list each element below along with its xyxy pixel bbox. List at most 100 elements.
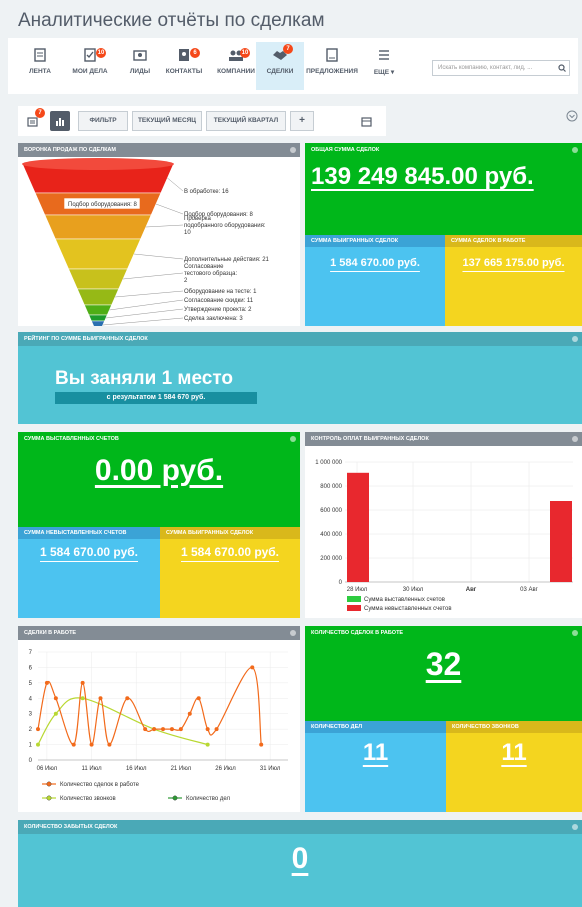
nav-feed[interactable]: ЛЕНТА (16, 46, 64, 86)
won-invoices-value[interactable]: 1 584 670.00 руб. (160, 545, 300, 559)
page-title: Аналитические отчёты по сделкам (18, 10, 325, 31)
deals-count-value[interactable]: 32 (305, 646, 582, 683)
nav-offers-label: ПРЕДЛОЖЕНИЯ (306, 68, 358, 75)
x-tick-label: 21 Июл (171, 766, 192, 772)
invoices-title: СУММА ВЫСТАВЛЕННЫХ СЧЕТОВ (24, 436, 119, 442)
data-point (187, 711, 192, 716)
deals-in-work-chart-panel: СДЕЛКИ В РАБОТЕ 0 1 2 3 4 5 6 7 06 Июл 11 Июл 16 И… (18, 626, 300, 812)
offers-icon (326, 48, 338, 62)
won-deals-value[interactable]: 1 584 670.00 руб. (305, 257, 445, 269)
payments-bar-chart: 0 200 000 400 000 600 000 800 000 1 000 000 28… (315, 460, 573, 612)
data-point (169, 727, 174, 732)
y-tick-label: 600 000 (320, 508, 342, 514)
nav-my-tasks-label: МОИ ДЕЛА (72, 68, 108, 75)
funnel-stage-label: Дополнительные действия: 21 (184, 256, 270, 263)
current-quarter-button[interactable]: ТЕКУЩИЙ КВАРТАЛ (206, 111, 286, 131)
deals-chart-header: СДЕЛКИ В РАБОТЕ (18, 626, 300, 640)
filter-button[interactable]: ФИЛЬТР (78, 111, 128, 131)
funnel-stage-label: Сделка заключена: 3 (184, 316, 243, 322)
unbilled-block: СУММА НЕВЫСТАВЛЕННЫХ СЧЕТОВ 1 584 670.00… (18, 527, 160, 618)
gear-icon[interactable] (572, 630, 578, 636)
nav-deals[interactable]: 7 СДЕЛКИ (256, 42, 304, 90)
y-tick-label: 1 (29, 743, 33, 749)
y-tick-label: 6 (29, 665, 33, 671)
nav-more[interactable]: ЕЩЕ ▾ (360, 46, 408, 86)
nav-contacts[interactable]: 6 КОНТАКТЫ (160, 46, 208, 86)
legend-swatch-dot (46, 795, 52, 801)
deals-count-title: КОЛИЧЕСТВО СДЕЛОК В РАБОТЕ (311, 630, 404, 636)
nav-companies[interactable]: 10 КОМПАНИИ (212, 46, 260, 86)
deals-count-header: КОЛИЧЕСТВО СДЕЛОК В РАБОТЕ (305, 626, 582, 640)
current-month-button[interactable]: ТЕКУЩИЙ МЕСЯЦ (132, 111, 202, 131)
x-tick-label: Авг (466, 587, 477, 593)
calls-count-value[interactable]: 11 (446, 739, 582, 767)
payments-header: КОНТРОЛЬ ОПЛАТ ВЫИГРАННЫХ СДЕЛОК (305, 432, 582, 446)
tasks-count-value[interactable]: 11 (305, 739, 446, 767)
calendar-button[interactable] (361, 115, 373, 127)
total-deals-panel: ОБЩАЯ СУММА СДЕЛОК 139 249 845.00 руб. С… (305, 143, 582, 326)
series-line (37, 666, 262, 746)
rating-title: РЕЙТИНГ ПО СУММЕ ВЫИГРАННЫХ СДЕЛОК (24, 336, 148, 342)
funnel-stage (76, 288, 120, 306)
data-point (89, 742, 94, 747)
y-tick-label: 3 (29, 712, 33, 718)
funnel-stage (90, 320, 106, 326)
gear-icon[interactable] (290, 436, 296, 442)
nav-companies-label: КОМПАНИИ (217, 68, 255, 75)
nav-my-tasks[interactable]: 10 МОИ ДЕЛА (66, 46, 114, 86)
nav-leads[interactable]: ЛИДЫ (116, 46, 164, 86)
collapse-icon[interactable] (566, 110, 578, 122)
tasks-icon (84, 48, 96, 62)
tasks-count-block: КОЛИЧЕСТВО ДЕЛ 11 (305, 721, 446, 812)
nav-leads-label: ЛИДЫ (129, 68, 151, 75)
gear-icon[interactable] (572, 147, 578, 153)
legend-label: Количество сделок в работе (60, 782, 140, 788)
calls-count-title: КОЛИЧЕСТВО ЗВОНКОВ (446, 721, 582, 733)
gear-icon[interactable] (290, 147, 296, 153)
list-view-button[interactable]: 7 (26, 108, 45, 128)
search-input[interactable]: Искать компанию, контакт, лид, ... (432, 60, 570, 76)
funnel-leader (109, 299, 184, 311)
gear-icon[interactable] (572, 336, 578, 342)
chart-view-button[interactable] (50, 111, 70, 131)
nav-deals-badge: 7 (283, 44, 293, 54)
nav-offers[interactable]: ПРЕДЛОЖЕНИЯ (304, 46, 360, 86)
funnel-stage (68, 268, 128, 290)
invoices-value[interactable]: 0.00 руб. (18, 454, 300, 488)
payments-panel: КОНТРОЛЬ ОПЛАТ ВЫИГРАННЫХ СДЕЛОК 0 200 00… (305, 432, 582, 618)
gear-icon[interactable] (290, 630, 296, 636)
data-point (205, 742, 210, 747)
data-point (196, 696, 201, 701)
funnel-stage-label: Согласование скидки: 11 (184, 298, 254, 304)
leads-icon (133, 50, 147, 61)
nav-deals-label: СДЕЛКИ (266, 68, 294, 75)
forgotten-value[interactable]: 0 (18, 842, 582, 876)
search-icon[interactable] (558, 64, 566, 72)
forgotten-header: КОЛИЧЕСТВО ЗАБЫТЫХ СДЕЛОК (18, 820, 582, 834)
nav-feed-label: ЛЕНТА (29, 68, 51, 75)
in-work-sum-value[interactable]: 137 665 175.00 руб. (445, 257, 582, 269)
data-point (178, 727, 183, 732)
y-tick-label: 0 (339, 580, 343, 586)
rating-place: Вы заняли 1 место (55, 368, 234, 389)
deals-chart-title: СДЕЛКИ В РАБОТЕ (24, 630, 77, 636)
funnel-stage-label: Оборудование на тесте: 1 (184, 289, 257, 295)
data-point (80, 696, 85, 701)
add-widget-button[interactable]: + (290, 111, 314, 131)
funnel-stage-label: Проверка подобранного оборудования: 10 (184, 216, 266, 236)
unbilled-value[interactable]: 1 584 670.00 руб. (18, 545, 160, 559)
gear-icon[interactable] (572, 824, 578, 830)
y-tick-label: 5 (29, 681, 33, 687)
data-point (36, 742, 40, 747)
x-tick-label: 26 Июл (215, 766, 236, 772)
legend-swatch-dot (172, 795, 178, 801)
won-invoices-block: СУММА ВЫИГРАННЫХ СДЕЛОК 1 584 670.00 руб… (160, 527, 300, 618)
total-value[interactable]: 139 249 845.00 руб. (311, 163, 534, 191)
data-point (44, 680, 49, 685)
x-tick-label: 06 Июл (37, 766, 58, 772)
funnel-stage-label: В обработке: 16 (184, 189, 229, 195)
x-tick-label: 31 Июл (260, 766, 281, 772)
gear-icon[interactable] (572, 436, 578, 442)
y-tick-label: 2 (29, 727, 33, 733)
legend-unbilled-swatch (347, 605, 361, 611)
